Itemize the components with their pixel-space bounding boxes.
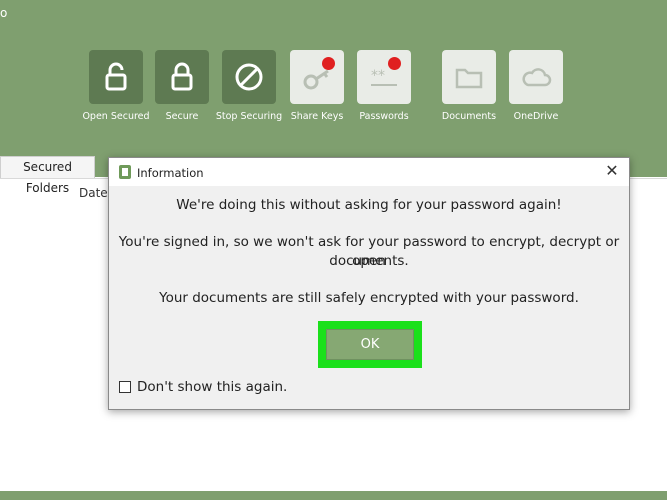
window-corner-glyph: o xyxy=(0,6,8,20)
share-keys-badge xyxy=(322,57,335,70)
information-dialog: Information ✕ We're doing this without a… xyxy=(108,157,630,410)
cloud-icon xyxy=(522,68,552,87)
folder-icon xyxy=(455,68,483,89)
stop-securing-button[interactable] xyxy=(222,50,276,104)
close-icon[interactable]: ✕ xyxy=(603,162,621,180)
passwords-badge xyxy=(388,57,401,70)
dialog-title: Information xyxy=(137,166,204,180)
dialog-body-line3: Your documents are still safely encrypte… xyxy=(159,290,579,306)
passwords-label: Passwords xyxy=(359,111,409,122)
secure-button[interactable] xyxy=(155,50,209,104)
onedrive-label: OneDrive xyxy=(513,111,559,122)
dialog-headline: We're doing this without asking for your… xyxy=(176,197,562,213)
share-keys-button[interactable] xyxy=(290,50,344,104)
passwords-button[interactable]: ** xyxy=(357,50,411,104)
dialog-titlebar: Information ✕ xyxy=(109,158,629,186)
open-secured-button[interactable] xyxy=(89,50,143,104)
svg-text:**: ** xyxy=(371,68,385,84)
toolbar-ribbon: o Open Secured Secure Stop Securing Shar… xyxy=(0,0,667,177)
ok-button[interactable]: OK xyxy=(326,329,414,360)
dont-show-checkbox[interactable] xyxy=(119,381,131,393)
documents-button[interactable] xyxy=(442,50,496,104)
dialog-body-line2: documents. xyxy=(329,253,409,269)
app-logo-icon xyxy=(119,165,131,179)
status-bar xyxy=(0,491,667,500)
prohibit-icon xyxy=(235,63,263,91)
open-padlock-icon xyxy=(105,62,127,91)
tab-secured-folders[interactable]: Secured Folders xyxy=(0,156,95,195)
dont-show-label[interactable]: Don't show this again. xyxy=(137,379,287,395)
onedrive-button[interactable] xyxy=(509,50,563,104)
column-header-date[interactable]: Date xyxy=(79,186,108,200)
padlock-icon xyxy=(171,62,193,91)
